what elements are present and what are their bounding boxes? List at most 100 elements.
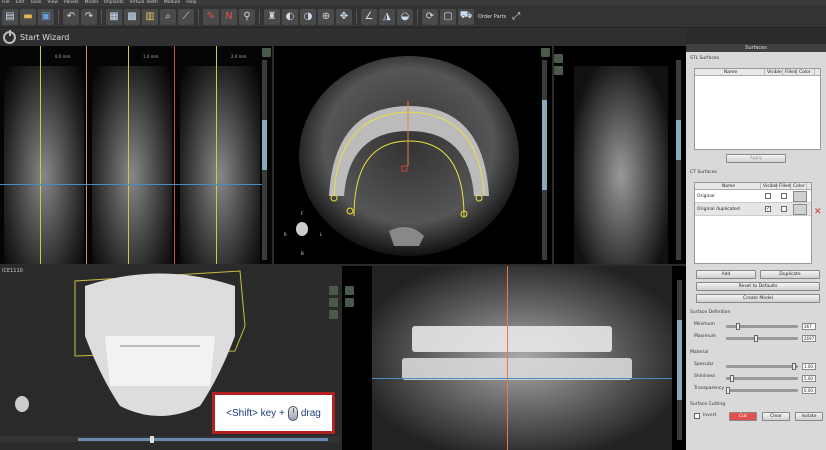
transparency-slider[interactable] <box>726 387 798 394</box>
panoramic-view[interactable] <box>342 266 686 450</box>
specular-label: Specular <box>694 362 714 367</box>
note-icon[interactable]: ▥ <box>142 8 158 25</box>
filled-checkbox[interactable] <box>781 193 787 199</box>
apply-button[interactable]: Apply <box>726 154 786 163</box>
stl-col-filled: Filled <box>785 69 797 75</box>
stl-col-color: Color <box>797 69 815 75</box>
angle-icon[interactable]: ∠ <box>361 8 377 25</box>
specular-input[interactable]: 1.00 <box>802 363 816 370</box>
delete-surface-icon[interactable]: ✕ <box>814 207 822 217</box>
shininess-input[interactable]: 5.00 <box>802 375 816 382</box>
reset-defaults-button[interactable]: Reset to Defaults <box>696 282 820 291</box>
panoramic-level-line <box>372 378 672 379</box>
ct-surface-row[interactable]: Original <box>695 190 811 203</box>
view-settings-icon[interactable] <box>554 54 563 63</box>
save-icon[interactable]: ▣ <box>38 8 54 25</box>
surfaces-panel-title: Surfaces <box>686 44 826 52</box>
clear-button[interactable]: Clear <box>762 412 790 421</box>
lower-teeth <box>402 358 632 380</box>
add-surface-button[interactable]: Add <box>696 270 756 279</box>
new-file-icon[interactable]: ▤ <box>2 8 18 25</box>
open-folder-icon[interactable]: ▬ <box>20 8 36 25</box>
axial-level-line <box>0 184 262 185</box>
expand-icon[interactable]: ⤢ <box>508 9 524 25</box>
layout-icon[interactable]: ▦ <box>106 8 122 25</box>
brightness-icon[interactable]: ◐ <box>282 8 298 25</box>
start-wizard-label: Start Wizard <box>20 32 70 42</box>
slice-divider <box>174 46 175 264</box>
ct-surfaces-table[interactable]: Name Visible Filled Color Original Origi… <box>694 182 812 264</box>
toolbar-divider <box>58 8 59 25</box>
orientation-back-label: B <box>301 251 304 256</box>
visible-checkbox[interactable]: ✓ <box>765 206 771 212</box>
layout-toggle-icon[interactable] <box>554 66 563 75</box>
area-icon[interactable]: ◮ <box>379 8 395 25</box>
axial-scrollbar[interactable] <box>542 60 547 260</box>
pen-icon[interactable]: ✎ <box>203 8 219 25</box>
cross-section-slice-1 <box>4 66 84 264</box>
stl-surfaces-table[interactable]: Name Visible Filled Color <box>694 68 821 150</box>
ct-col-name: Name <box>695 183 761 189</box>
axial-view[interactable]: F L R B <box>274 46 552 264</box>
material-heading: Material <box>690 350 709 355</box>
rotate-icon[interactable]: ⟳ <box>422 8 438 25</box>
surface-cutting-heading: Surface Cutting <box>690 402 726 407</box>
surface-color-swatch[interactable] <box>793 204 807 215</box>
ruler-icon[interactable] <box>345 298 354 307</box>
ct-surface-name: Original <box>697 194 715 199</box>
undo-icon[interactable]: ↶ <box>63 8 79 25</box>
grid-icon[interactable]: ▩ <box>124 8 140 25</box>
stl-col-visible: Visible <box>767 69 783 75</box>
cross-section-view[interactable]: 0.0 mm 1.0 mm 2.0 mm <box>0 46 272 264</box>
render-icon[interactable] <box>329 310 338 319</box>
screenshot-icon[interactable]: ▢ <box>440 8 456 25</box>
cut-button[interactable]: Cut <box>729 412 757 421</box>
create-model-button[interactable]: Create Model <box>696 294 820 303</box>
ct-col-visible: Visible <box>763 183 778 189</box>
coronal-view[interactable] <box>554 46 686 264</box>
panoramic-scrollbar[interactable] <box>677 280 682 440</box>
nerve-icon[interactable]: N <box>221 8 237 25</box>
view-settings-icon[interactable] <box>329 286 338 295</box>
minimum-input[interactable]: 367 <box>802 323 816 330</box>
cross-section-scrollbar[interactable] <box>262 60 267 260</box>
duplicate-surface-button[interactable]: Duplicate <box>760 270 820 279</box>
surfaces-panel: Surfaces STL Surfaces Name Visible Fille… <box>686 44 826 450</box>
coronal-scrollbar[interactable] <box>676 60 681 260</box>
start-wizard-button[interactable]: Start Wizard <box>0 28 686 46</box>
invert-checkbox[interactable] <box>694 413 700 419</box>
crown-icon[interactable]: ♜ <box>264 8 280 25</box>
maximum-slider[interactable] <box>726 335 798 342</box>
ct-surface-row[interactable]: Original duplicated ✓ <box>695 203 811 216</box>
volume-threshold-slider[interactable] <box>78 436 328 443</box>
surface-color-swatch[interactable] <box>793 191 807 202</box>
view-settings-icon[interactable] <box>345 286 354 295</box>
specular-slider[interactable] <box>726 363 798 370</box>
view-settings-icon[interactable] <box>541 48 550 57</box>
zoom-in-icon[interactable]: ⊕ <box>318 8 334 25</box>
minimum-slider[interactable] <box>726 323 798 330</box>
redo-icon[interactable]: ↷ <box>81 8 97 25</box>
hint-shift-key-text: <Shift> key + <box>226 407 285 419</box>
volume-icon[interactable]: ◒ <box>397 8 413 25</box>
filled-checkbox[interactable] <box>781 206 787 212</box>
panoramic-tools <box>345 286 354 307</box>
order-parts-label[interactable]: Order Parts <box>478 14 506 20</box>
isolate-button[interactable]: Isolate <box>795 412 823 421</box>
clip-icon[interactable] <box>329 298 338 307</box>
maximum-input[interactable]: 2697 <box>802 335 816 342</box>
transparency-input[interactable]: 0.00 <box>802 387 816 394</box>
order-parts-icon[interactable]: ⛟ <box>458 8 474 25</box>
measure-icon[interactable]: ⟋ <box>178 8 194 25</box>
visible-checkbox[interactable] <box>765 193 771 199</box>
ct-col-filled: Filled <box>779 183 791 189</box>
zoom-icon[interactable]: ⌕ <box>160 8 176 25</box>
shininess-slider[interactable] <box>726 375 798 382</box>
axial-tools <box>541 48 550 57</box>
head-orientation-icon <box>296 222 308 236</box>
implant-icon[interactable]: ⚲ <box>239 8 255 25</box>
contrast-icon[interactable]: ◑ <box>300 8 316 25</box>
pan-icon[interactable]: ✥ <box>336 8 352 25</box>
slice-divider <box>86 46 87 264</box>
view-settings-icon[interactable] <box>262 48 271 57</box>
